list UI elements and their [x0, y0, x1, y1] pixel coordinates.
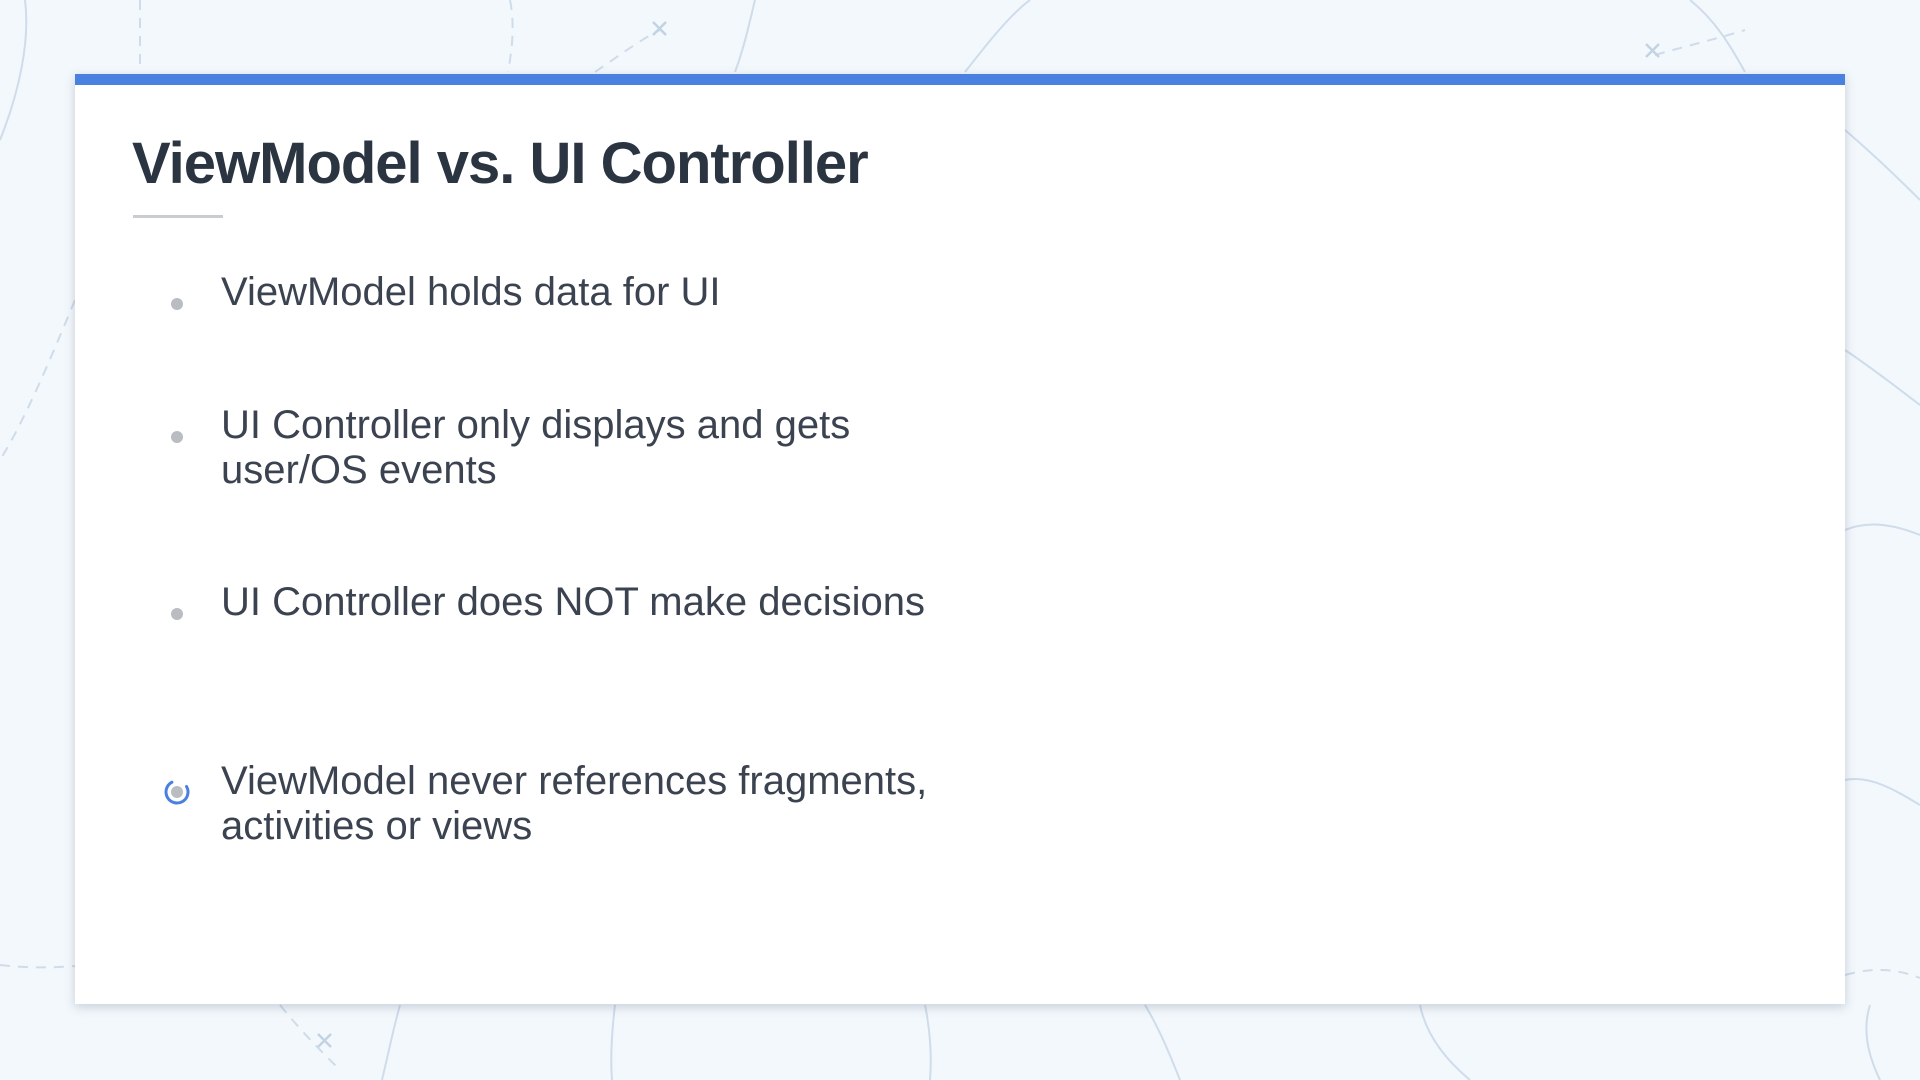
bullet-dot-icon: [171, 431, 183, 443]
bullet-text: UI Controller only displays and gets use…: [221, 403, 851, 492]
loading-spinner-icon: [163, 778, 191, 806]
slide-card: ViewModel vs. UI Controller ViewModel ho…: [75, 74, 1845, 1004]
bullet-text: ViewModel holds data for UI: [221, 270, 721, 314]
title-underline: [133, 215, 223, 218]
bullet-text: UI Controller does NOT make decisions: [221, 580, 925, 624]
bullet-dot-icon: [171, 608, 183, 620]
bullet-text: ViewModel never references fragments, ac…: [221, 759, 928, 848]
slide-title: ViewModel vs. UI Controller: [132, 131, 869, 196]
bullet-dot-icon: [171, 298, 183, 310]
